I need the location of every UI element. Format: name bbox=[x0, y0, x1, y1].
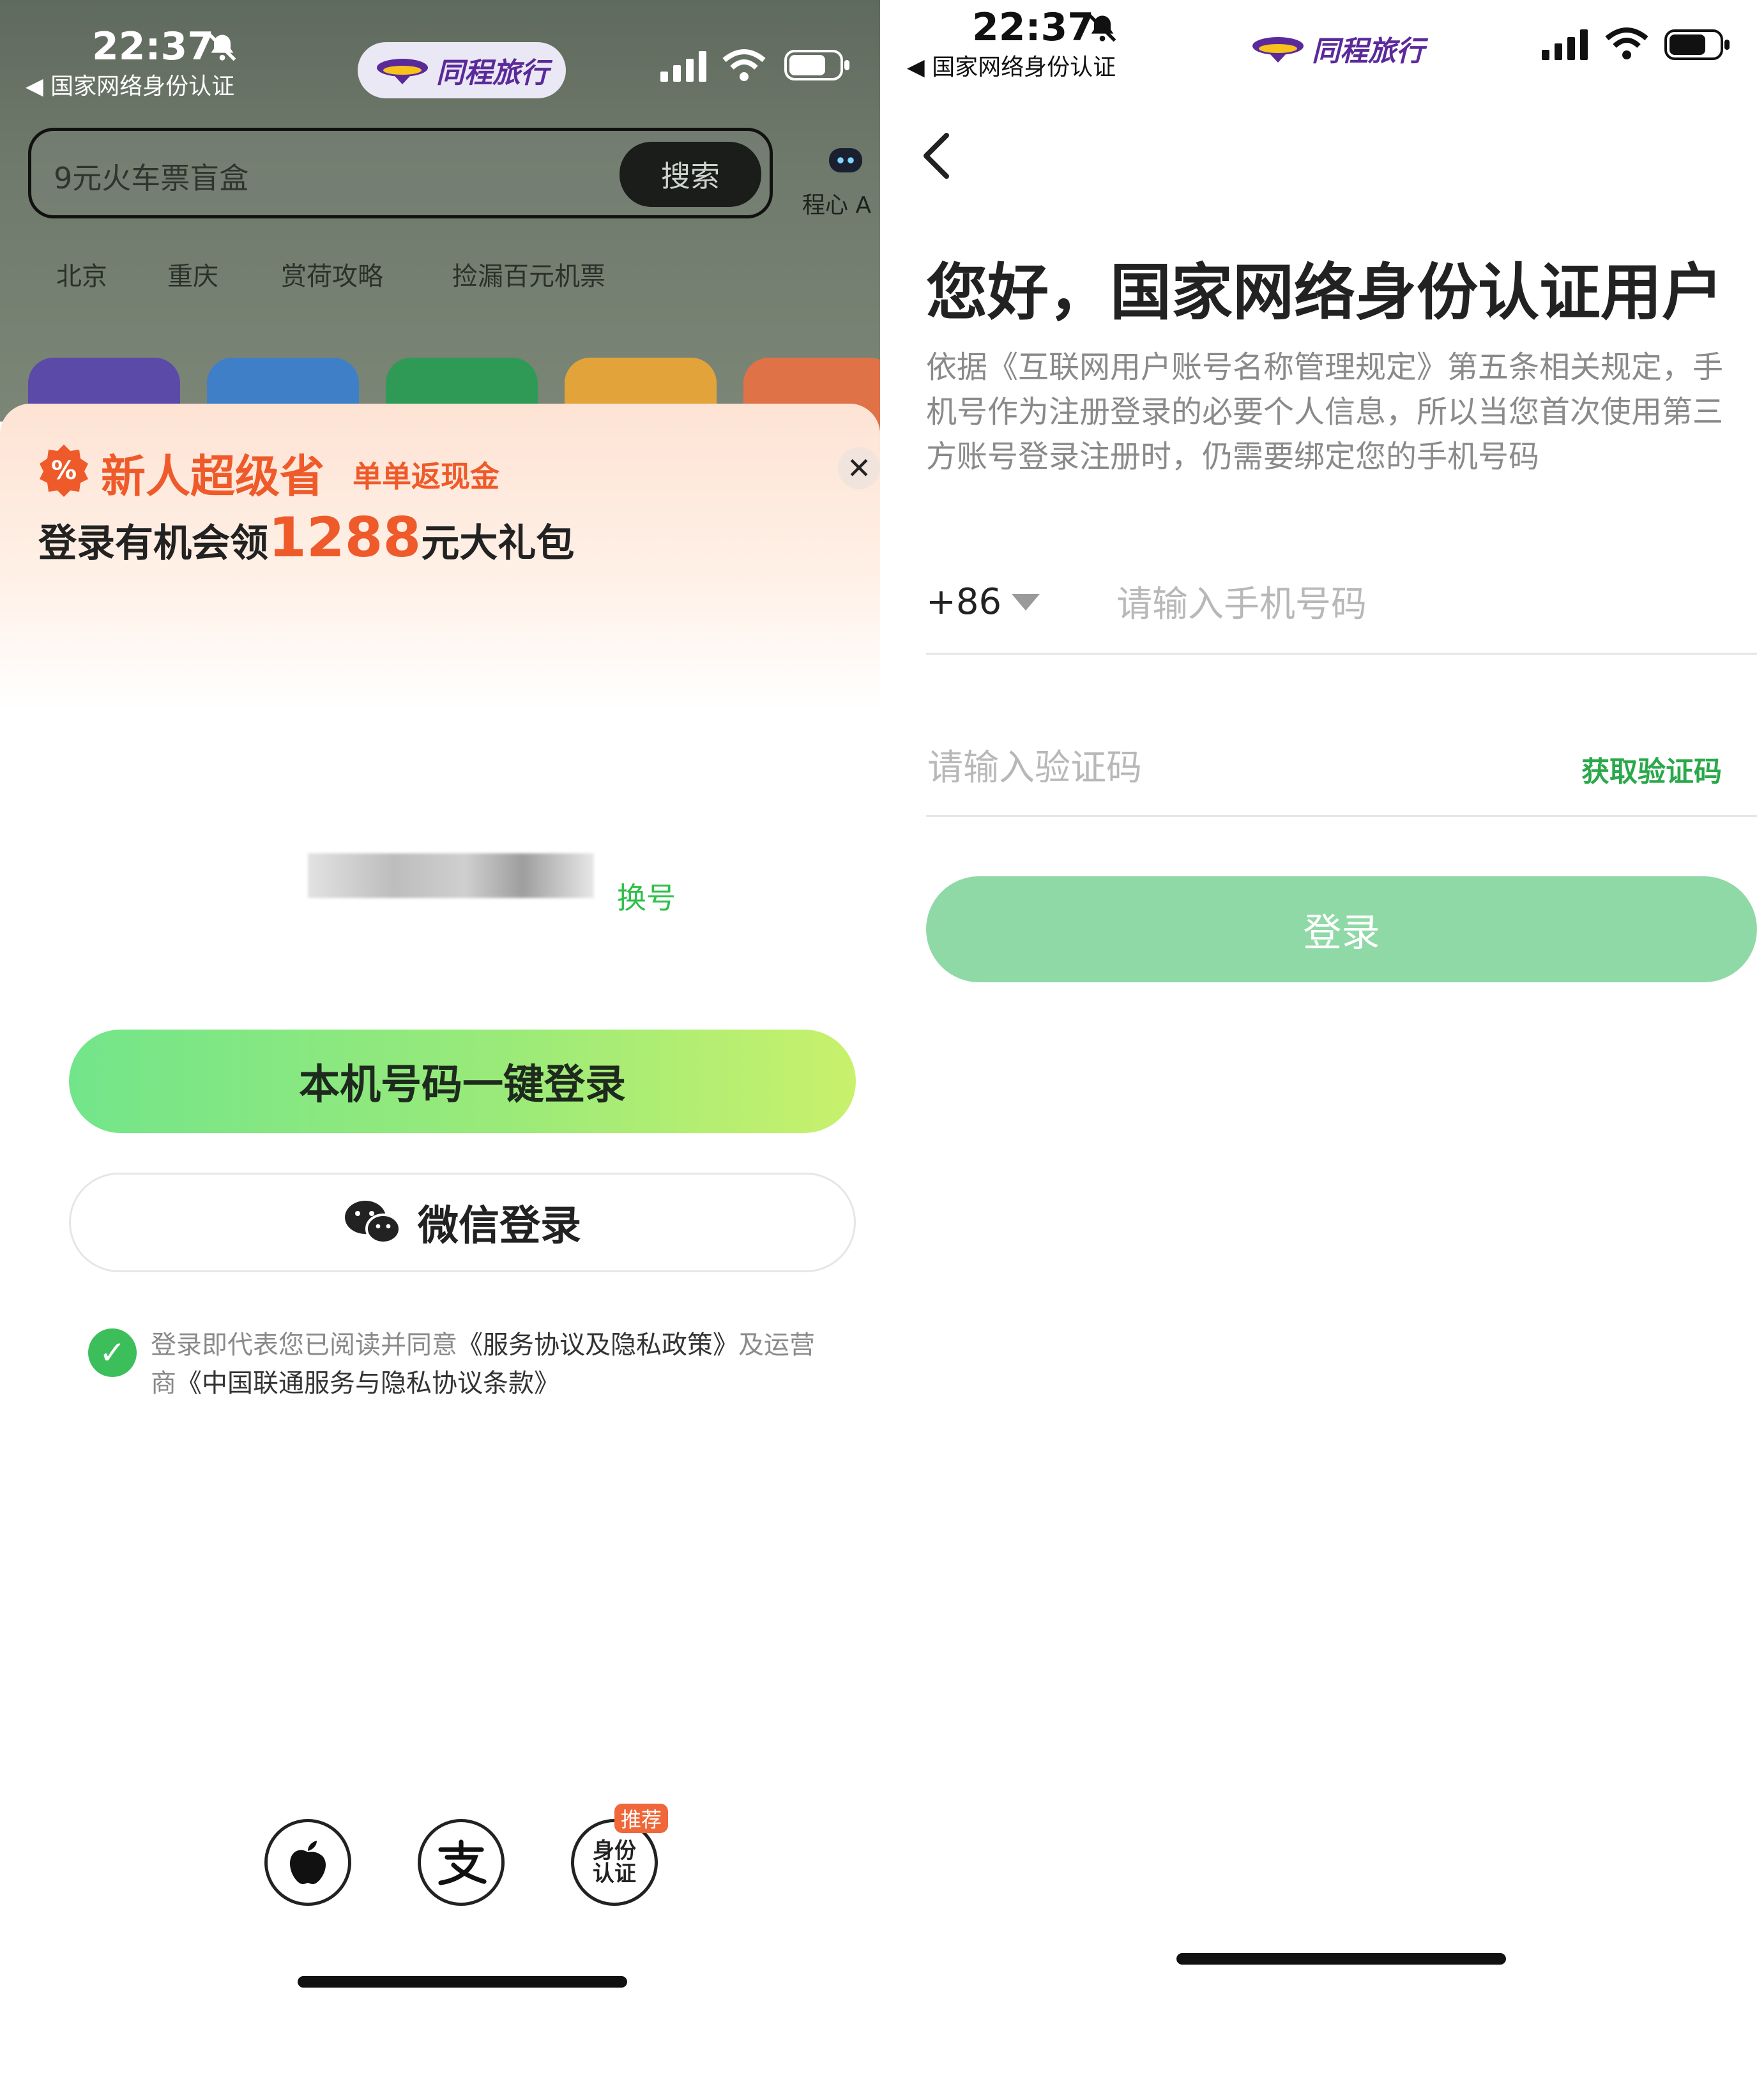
search-placeholder: 9元火车票盲盒 bbox=[54, 161, 249, 195]
battery-icon bbox=[1664, 29, 1730, 60]
close-button[interactable]: ✕ bbox=[838, 447, 880, 489]
phone-input[interactable] bbox=[1115, 575, 1731, 634]
login-button[interactable]: 登录 bbox=[926, 876, 1757, 982]
alipay-icon bbox=[438, 1839, 487, 1885]
robot-assistant-icon[interactable] bbox=[828, 146, 863, 175]
unicom-agreement-link[interactable]: 《中国联通服务与隐私协议条款》 bbox=[176, 1369, 559, 1398]
back-to-app-link[interactable]: ◀ 国家网络身份认证 bbox=[907, 49, 1116, 82]
discount-badge-icon: % bbox=[40, 445, 88, 497]
right-screen: 22:37 ◀ 国家网络身份认证 同程旅行 您好，国家网络身份认证用户 依据《互… bbox=[880, 0, 1757, 2100]
hot-tag-lotus-guide[interactable]: 赏荷攻略 bbox=[281, 255, 383, 293]
promo-title: 新人超级省 bbox=[101, 450, 324, 503]
back-arrow-icon[interactable] bbox=[916, 130, 954, 181]
service-privacy-link[interactable]: 《服务协议及隐私政策》 bbox=[457, 1330, 738, 1360]
recommend-badge: 推荐 bbox=[614, 1804, 668, 1833]
hot-tag-beijing[interactable]: 北京 bbox=[56, 255, 107, 293]
apple-login-button[interactable] bbox=[264, 1819, 351, 1906]
left-screen: 22:37 ◀ 国家网络身份认证 同程旅行 9元火车票盲盒 搜索 程心 A 北京… bbox=[0, 0, 880, 2100]
brand-name: 同程旅行 bbox=[436, 57, 549, 89]
check-icon: ✓ bbox=[99, 1334, 126, 1371]
hot-tag-cheap-flights[interactable]: 捡漏百元机票 bbox=[452, 255, 605, 293]
brand-header: 同程旅行 bbox=[1251, 28, 1424, 69]
verification-code-input[interactable] bbox=[926, 738, 1555, 797]
search-button[interactable]: 搜索 bbox=[620, 142, 761, 207]
agreement-checkbox[interactable]: ✓ bbox=[88, 1328, 137, 1377]
bell-off-icon bbox=[1088, 14, 1116, 42]
brand-logo-icon bbox=[1252, 37, 1304, 63]
promo-gift-line: 登录有机会领1288元大礼包 bbox=[38, 506, 574, 570]
agreement-text: 登录即代表您已阅读并同意《服务协议及隐私政策》及运营商《中国联通服务与隐私协议条… bbox=[151, 1326, 815, 1403]
idcard-label: 身份认证 bbox=[593, 1838, 636, 1887]
phone-divider bbox=[926, 653, 1757, 655]
close-icon: ✕ bbox=[846, 451, 872, 485]
caret-down-icon[interactable] bbox=[1012, 594, 1040, 611]
brand-name: 同程旅行 bbox=[1312, 35, 1424, 68]
home-indicator[interactable] bbox=[1176, 1953, 1506, 1965]
brand-logo-icon bbox=[377, 59, 428, 84]
greeting-title: 您好，国家网络身份认证用户 bbox=[926, 257, 1723, 328]
code-divider bbox=[926, 815, 1757, 817]
svg-text:%: % bbox=[51, 456, 77, 485]
status-time: 22:37 bbox=[972, 5, 1094, 50]
one-click-login-button[interactable]: 本机号码一键登录 bbox=[69, 1030, 856, 1133]
wifi-icon bbox=[1605, 27, 1648, 59]
promo-subtitle: 单单返现金 bbox=[353, 459, 499, 494]
switch-number-link[interactable]: 换号 bbox=[617, 875, 676, 917]
country-code-selector[interactable]: +86 bbox=[926, 581, 1001, 623]
promo-line-prefix: 登录有机会领 bbox=[38, 521, 268, 566]
agreement-prefix: 登录即代表您已阅读并同意 bbox=[151, 1330, 457, 1360]
wechat-icon bbox=[345, 1201, 401, 1244]
signal-icon bbox=[660, 51, 706, 82]
promo-amount: 1288 bbox=[268, 506, 422, 570]
wechat-login-label: 微信登录 bbox=[418, 1203, 581, 1250]
bell-off-icon bbox=[208, 33, 236, 61]
masked-phone-number bbox=[308, 853, 594, 898]
hot-tag-chongqing[interactable]: 重庆 bbox=[167, 255, 218, 293]
home-indicator[interactable] bbox=[298, 1976, 627, 1988]
signal-icon bbox=[1542, 29, 1588, 60]
get-code-button[interactable]: 获取验证码 bbox=[1581, 749, 1722, 789]
status-time: 22:37 bbox=[92, 24, 214, 69]
promo-line-suffix: 元大礼包 bbox=[421, 521, 575, 566]
alipay-login-button[interactable] bbox=[418, 1819, 505, 1906]
binding-description: 依据《互联网用户账号名称管理规定》第五条相关规定，手机号作为注册登录的必要个人信… bbox=[926, 349, 1724, 475]
battery-icon bbox=[784, 50, 849, 80]
wifi-icon bbox=[722, 49, 766, 81]
wechat-login-button[interactable]: 微信登录 bbox=[69, 1173, 856, 1272]
apple-icon bbox=[290, 1841, 326, 1884]
back-to-app-link[interactable]: ◀ 国家网络身份认证 bbox=[26, 68, 234, 101]
brand-pill: 同程旅行 bbox=[358, 42, 566, 98]
ai-assistant-label[interactable]: 程心 A bbox=[802, 186, 871, 220]
